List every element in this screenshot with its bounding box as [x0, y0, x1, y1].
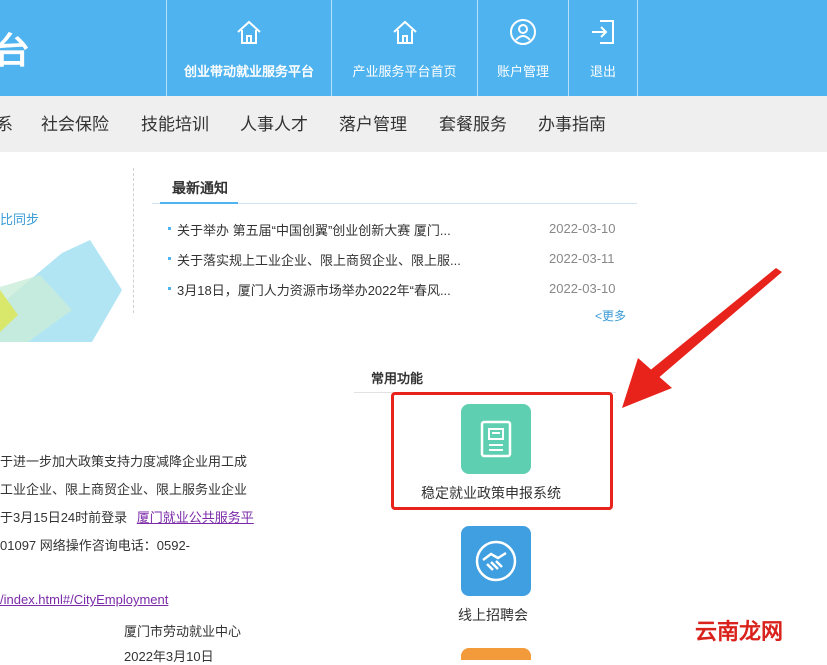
- article-text: 于3月15日24时前登录: [0, 510, 128, 525]
- nav-label: 产业服务平台首页: [352, 63, 457, 79]
- notice-text[interactable]: 3月18日，厦门人力资源市场举办2022年“春风...: [177, 280, 477, 299]
- bullet: [168, 287, 171, 290]
- article-line: 于进一步加大政策支持力度减降企业用工成: [0, 454, 248, 469]
- functions-title: 常用功能: [371, 371, 424, 386]
- notice-text[interactable]: 关于落实规上工业企业、限上商贸企业、限上服...: [177, 250, 477, 269]
- nav-label: 创业带动就业服务平台: [183, 63, 314, 79]
- watermark: 云南龙网: [695, 619, 784, 644]
- notice-text[interactable]: 关于举办 第五届“中国创翼”创业创新大赛 厦门...: [177, 220, 477, 239]
- employment-platform-link[interactable]: 厦门就业公共服务平: [137, 510, 254, 525]
- online-job-fair-tile[interactable]: [461, 526, 531, 596]
- bullet: [168, 257, 171, 260]
- notice-item[interactable]: 关于举办 第五届“中国创翼”创业创新大赛 厦门... 2022-03-10: [168, 220, 628, 240]
- divider: [133, 168, 134, 313]
- article-line: 工业企业、限上商贸企业、限上服务业企业: [0, 482, 248, 497]
- home-icon: [392, 20, 417, 44]
- mainnav-item-guide[interactable]: 办事指南: [538, 96, 606, 152]
- nav-account[interactable]: 账户管理: [477, 0, 568, 96]
- article-signature: 厦门市劳动就业中心: [124, 624, 242, 639]
- function-tile-partial[interactable]: [461, 648, 531, 660]
- nav-startup-platform[interactable]: 创业带动就业服务平台: [166, 0, 331, 96]
- notice-item[interactable]: 3月18日，厦门人力资源市场举办2022年“春风... 2022-03-10: [168, 280, 628, 300]
- home-icon: [237, 20, 261, 44]
- mainnav-item-system[interactable]: 系: [0, 96, 13, 152]
- article-line: 于3月15日24时前登录 厦门就业公共服务平: [0, 507, 254, 526]
- top-header: 台 创业带动就业服务平台 产业服务平台首页 账户管理 退出: [0, 0, 827, 96]
- nav-label: 账户管理: [496, 63, 549, 79]
- nav-logout[interactable]: 退出: [568, 0, 638, 96]
- main-nav: 系 社会保险 技能培训 人事人才 落户管理 套餐服务 办事指南: [0, 96, 827, 152]
- nav-label: 退出: [589, 63, 616, 79]
- logout-icon: [592, 19, 614, 44]
- nav-industry-home[interactable]: 产业服务平台首页: [331, 0, 477, 96]
- mainnav-item-skill-training[interactable]: 技能培训: [141, 96, 209, 152]
- online-job-fair-label[interactable]: 线上招聘会: [458, 605, 528, 625]
- mainnav-item-household[interactable]: 落户管理: [339, 96, 407, 152]
- bullet: [168, 227, 171, 230]
- brand-title: 台: [0, 30, 31, 71]
- handshake-icon: [475, 540, 517, 582]
- arrow-annotation: [622, 268, 782, 408]
- user-icon: [510, 18, 536, 45]
- mainnav-item-hr-talent[interactable]: 人事人才: [240, 96, 308, 152]
- notices-title: 最新通知: [172, 180, 228, 196]
- notice-item[interactable]: 关于落实规上工业企业、限上商贸企业、限上服... 2022-03-11: [168, 250, 628, 270]
- article-date: 2022年3月10日: [124, 649, 214, 664]
- mainnav-item-social-insurance[interactable]: 社会保险: [41, 96, 109, 152]
- city-employment-link[interactable]: /index.html#/CityEmployment: [0, 592, 168, 607]
- banner-text: 比同步: [0, 212, 40, 227]
- mainnav-item-packages[interactable]: 套餐服务: [439, 96, 507, 152]
- highlight-box: [391, 392, 613, 510]
- title-accent: [160, 202, 238, 204]
- article-line: 01097 网络操作咨询电话：0592-: [0, 538, 191, 553]
- notice-date: 2022-03-10: [549, 221, 616, 236]
- banner-graphic: [0, 240, 122, 342]
